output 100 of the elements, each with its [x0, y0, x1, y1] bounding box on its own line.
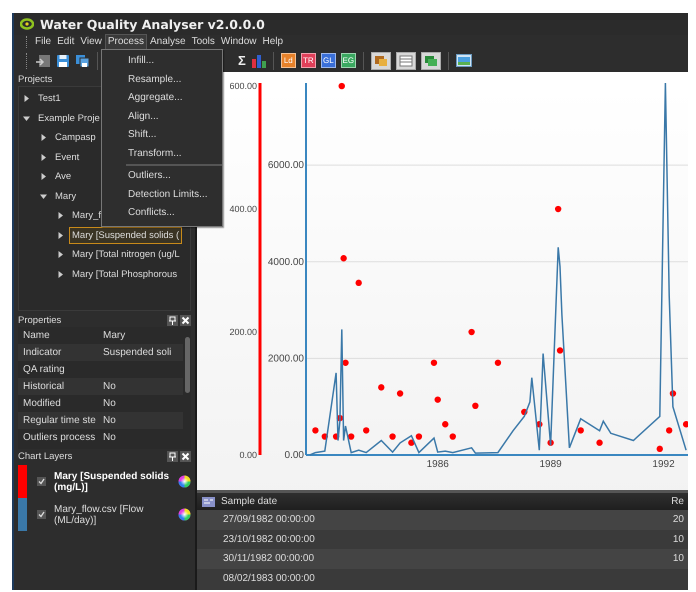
menu-option[interactable]: Resample... [102, 70, 222, 89]
app-logo-icon [20, 18, 34, 30]
property-name: QA rating [23, 364, 66, 375]
data-point [338, 82, 345, 90]
tree-item[interactable]: Mary [Total Phosphorous [69, 266, 180, 283]
tree-item[interactable]: Event [52, 148, 82, 166]
menu-item[interactable]: Edit [54, 34, 78, 50]
tree-item[interactable]: Test1 [35, 90, 64, 108]
axis-label: 4000.00 [268, 256, 304, 268]
close-button[interactable] [180, 314, 191, 326]
expanded-arrow-icon[interactable] [23, 114, 30, 122]
table-button[interactable] [396, 52, 416, 70]
panel-title: Properties [18, 314, 62, 326]
table-cell-text: 23/10/1982 00:00:00 [223, 534, 316, 545]
collapsed-arrow-icon[interactable] [40, 134, 47, 142]
tree-item[interactable]: Mary [Total nitrogen (ug/L [69, 246, 183, 264]
data-point [336, 414, 344, 422]
property-name: Indicator [23, 347, 62, 358]
data-point [536, 421, 543, 428]
pin-button[interactable] [167, 314, 178, 326]
tree-item[interactable]: Mary [Suspended solids ( [69, 226, 182, 244]
data-point [332, 433, 340, 440]
axis-label: 0.00 [239, 450, 257, 460]
data-point [312, 427, 319, 434]
menu-option[interactable]: Shift... [102, 126, 222, 144]
menu-item[interactable]: Window [218, 34, 260, 50]
data-point [556, 347, 564, 354]
data-point [378, 384, 384, 391]
column-header[interactable]: Re [664, 496, 688, 507]
layers-button[interactable] [370, 52, 391, 70]
menu-item[interactable]: View [77, 34, 105, 50]
collapsed-arrow-icon[interactable] [23, 95, 30, 102]
menu-option[interactable]: Infill... [102, 52, 222, 70]
menu-item[interactable]: Analyse [146, 34, 189, 50]
table-cell-text: 20 [672, 514, 685, 526]
pin-button[interactable] [167, 450, 178, 462]
collapsed-arrow-icon[interactable] [40, 173, 47, 180]
property-value: Suspended soli [103, 347, 172, 358]
menu-option[interactable]: Transform... [102, 144, 222, 163]
menu-option[interactable]: Align... [102, 108, 222, 126]
color-wheel-icon [178, 508, 191, 521]
collapsed-arrow-icon[interactable] [57, 270, 64, 278]
data-point [450, 433, 456, 440]
menu-item[interactable]: Tools [188, 34, 218, 50]
tree-item[interactable]: Ave [52, 168, 74, 186]
data-point [389, 433, 396, 440]
menu-item[interactable]: File [32, 34, 54, 50]
layer-label[interactable]: Mary [Suspended solids (mg/L)] [54, 470, 178, 492]
property-name: Historical [23, 381, 66, 392]
tree-item[interactable]: Campasp [52, 129, 99, 146]
collapsed-arrow-icon[interactable] [40, 154, 47, 161]
axis-label: 1986 [426, 459, 449, 470]
tree-item[interactable]: Mary_f [69, 207, 104, 224]
import-icon [35, 52, 51, 68]
letter-button[interactable]: GL [320, 53, 336, 68]
menu-option[interactable]: Conflicts... [102, 204, 222, 222]
close-button[interactable] [180, 450, 191, 462]
menu-option[interactable]: Outliers... [102, 167, 222, 186]
menu-option[interactable]: Detection Limits... [102, 186, 222, 204]
windows-button[interactable] [420, 52, 441, 70]
menu-item[interactable]: Help [260, 34, 286, 50]
axis-label: 6000.00 [268, 160, 304, 172]
table-options-icon [201, 496, 216, 508]
tree-item[interactable]: Example Proje [35, 110, 103, 127]
axis-label: 400.00 [229, 204, 257, 214]
data-point [468, 328, 475, 336]
table-cell-text: 27/09/1982 00:00:00 [223, 514, 316, 526]
checkbox[interactable] [37, 477, 46, 486]
sigma-button[interactable]: Σ [238, 53, 246, 68]
collapsed-arrow-icon[interactable] [57, 251, 64, 258]
data-point [666, 427, 672, 434]
data-point [670, 390, 676, 397]
image-icon [456, 54, 472, 67]
menu-option[interactable]: Aggregate... [102, 89, 222, 108]
data-point [340, 255, 347, 262]
table-icon [398, 54, 413, 66]
tree-item[interactable]: Mary [52, 188, 80, 205]
axis-label: 2000.00 [268, 353, 304, 364]
checkbox[interactable] [37, 510, 46, 519]
data-point [578, 427, 584, 434]
property-name: Modified [23, 398, 62, 409]
bar-chart-icon [250, 54, 266, 68]
data-point [494, 360, 502, 366]
expanded-arrow-icon[interactable] [40, 192, 47, 200]
data-point [554, 206, 562, 212]
property-value: No [103, 381, 117, 392]
column-header[interactable]: Sample date [221, 496, 664, 507]
save-icon [56, 54, 70, 68]
data-point [682, 421, 688, 428]
collapsed-arrow-icon[interactable] [57, 212, 64, 220]
scrollbar-thumb[interactable] [184, 337, 190, 393]
data-point [442, 421, 448, 428]
property-name: Outliers process [23, 432, 96, 443]
property-name: Regular time ste [23, 415, 97, 426]
property-value: No [103, 398, 117, 409]
letter-button[interactable]: TR [300, 53, 316, 68]
layer-label[interactable]: Mary_flow.csv [Flow (ML/day)] [54, 504, 178, 526]
collapsed-arrow-icon[interactable] [57, 232, 64, 239]
menu-item[interactable]: Process [104, 34, 147, 50]
table-cell-text: 08/02/1983 00:00:00 [223, 572, 316, 584]
